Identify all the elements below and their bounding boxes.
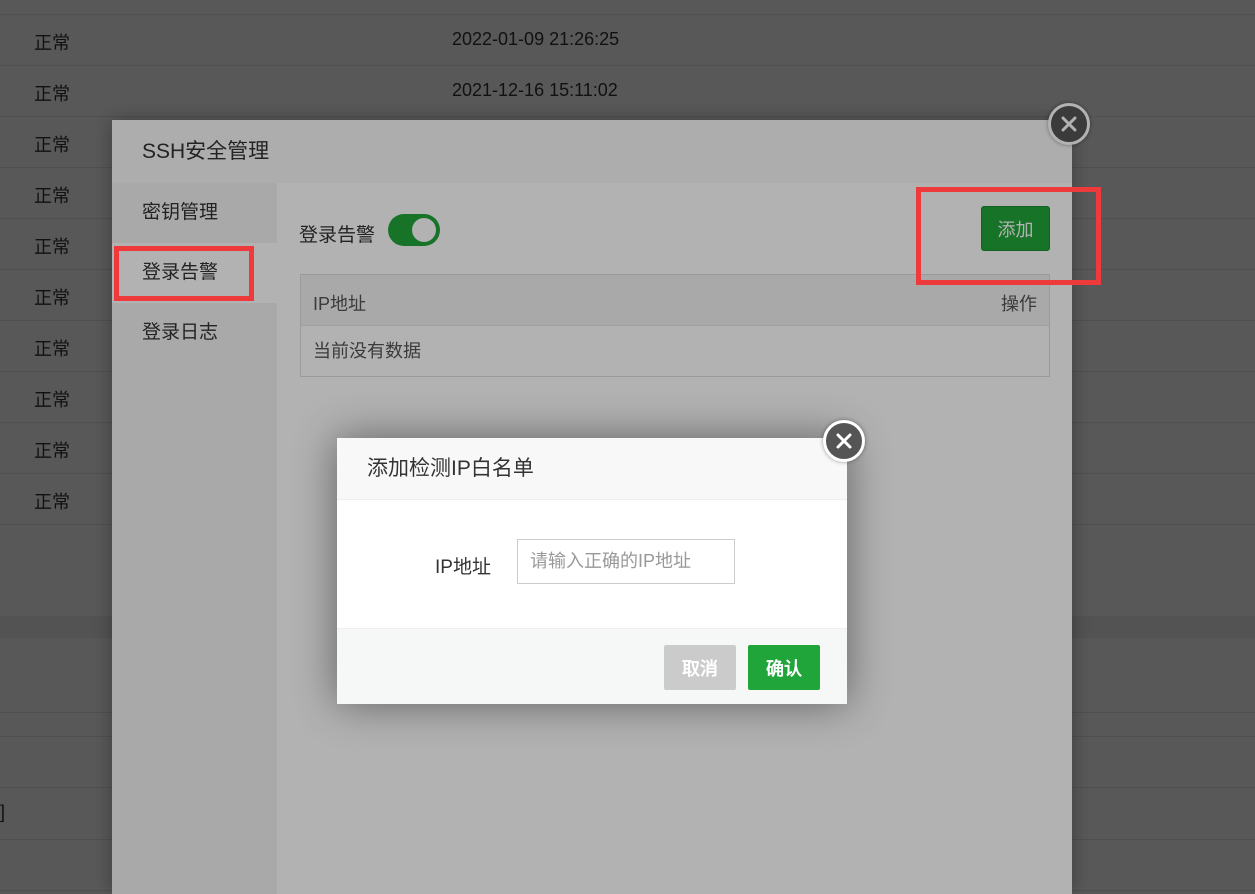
ip-address-label: IP地址 [435,557,491,578]
confirm-button[interactable]: 确认 [748,645,820,690]
annotation-highlight-tab [114,246,254,301]
dialog-footer: 取消 确认 [337,628,847,704]
annotation-highlight-add [916,187,1101,285]
dialog-title: 添加检测IP白名单 [337,438,847,500]
close-icon[interactable] [823,420,865,462]
cancel-button[interactable]: 取消 [664,645,736,690]
add-ip-whitelist-dialog: 添加检测IP白名单 IP地址 取消 确认 [337,438,847,704]
ip-address-input[interactable] [517,539,735,584]
